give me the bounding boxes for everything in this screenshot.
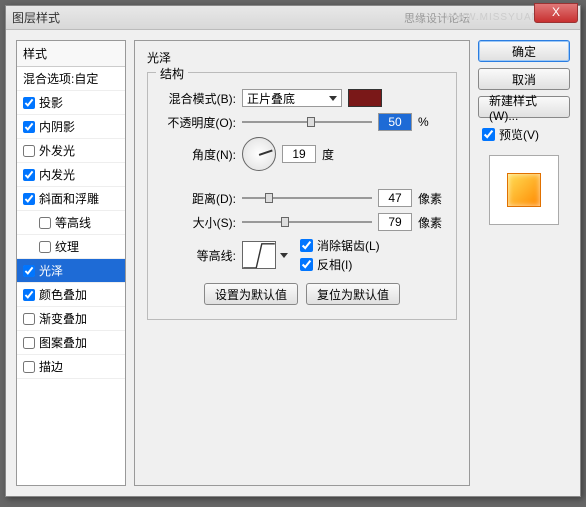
- sidebar-item[interactable]: 内发光: [17, 163, 125, 187]
- blend-mode-select[interactable]: 正片叠底: [242, 89, 342, 107]
- contour-label: 等高线:: [160, 247, 236, 264]
- color-swatch[interactable]: [348, 89, 382, 107]
- size-label: 大小(S):: [160, 214, 236, 231]
- style-checkbox[interactable]: [23, 361, 35, 373]
- style-checkbox[interactable]: [39, 241, 51, 253]
- sidebar-item-label: 混合选项:自定: [23, 70, 98, 87]
- style-checkbox[interactable]: [23, 121, 35, 133]
- sidebar-item-label: 纹理: [55, 238, 79, 255]
- sidebar-item[interactable]: 光泽: [17, 259, 125, 283]
- sidebar-item-label: 内发光: [39, 166, 75, 183]
- sidebar-item-label: 外发光: [39, 142, 75, 159]
- blend-mode-label: 混合模式(B):: [160, 90, 236, 107]
- px-unit: 像素: [418, 190, 442, 207]
- slider-thumb[interactable]: [307, 117, 315, 127]
- style-checkbox[interactable]: [23, 97, 35, 109]
- sidebar-item[interactable]: 外发光: [17, 139, 125, 163]
- angle-dial[interactable]: [242, 137, 276, 171]
- titlebar[interactable]: 图层样式 思缘设计论坛 WWW.MISSYUAN.COM X: [6, 6, 580, 30]
- slider-thumb[interactable]: [281, 217, 289, 227]
- angle-input[interactable]: 19: [282, 145, 316, 163]
- preview-swatch: [507, 173, 541, 207]
- sidebar-item[interactable]: 内阴影: [17, 115, 125, 139]
- angle-label: 角度(N):: [160, 146, 236, 163]
- sidebar-item[interactable]: 投影: [17, 91, 125, 115]
- style-checkbox[interactable]: [23, 337, 35, 349]
- style-checkbox[interactable]: [23, 265, 35, 277]
- close-button[interactable]: X: [534, 3, 578, 23]
- sidebar-item-label: 光泽: [39, 262, 63, 279]
- slider-thumb[interactable]: [265, 193, 273, 203]
- distance-input[interactable]: 47: [378, 189, 412, 207]
- main-panel: 光泽 结构 混合模式(B): 正片叠底 不透明度(O): 50 %: [134, 40, 470, 486]
- close-icon: X: [552, 5, 560, 19]
- antialias-checkbox[interactable]: 消除锯齿(L): [300, 237, 380, 254]
- layer-style-dialog: 图层样式 思缘设计论坛 WWW.MISSYUAN.COM X 样式 混合选项:自…: [5, 5, 581, 497]
- sidebar-item-label: 内阴影: [39, 118, 75, 135]
- sidebar-item-label: 描边: [39, 358, 63, 375]
- sidebar-item[interactable]: 混合选项:自定: [17, 67, 125, 91]
- style-checkbox[interactable]: [39, 217, 51, 229]
- degree-unit: 度: [322, 146, 346, 163]
- blend-mode-value: 正片叠底: [247, 90, 295, 107]
- style-checkbox[interactable]: [23, 289, 35, 301]
- chevron-down-icon: [329, 96, 337, 101]
- window-title: 图层样式: [12, 9, 60, 26]
- styles-sidebar: 样式 混合选项:自定投影内阴影外发光内发光斜面和浮雕等高线纹理光泽颜色叠加渐变叠…: [16, 40, 126, 486]
- style-checkbox[interactable]: [23, 193, 35, 205]
- cancel-button[interactable]: 取消: [478, 68, 570, 90]
- contour-picker[interactable]: [242, 241, 276, 269]
- sidebar-item[interactable]: 颜色叠加: [17, 283, 125, 307]
- sidebar-item[interactable]: 等高线: [17, 211, 125, 235]
- new-style-button[interactable]: 新建样式(W)...: [478, 96, 570, 118]
- sidebar-item-label: 等高线: [55, 214, 91, 231]
- opacity-slider[interactable]: [242, 121, 372, 123]
- sidebar-item[interactable]: 描边: [17, 355, 125, 379]
- px-unit: 像素: [418, 214, 442, 231]
- preview-checkbox[interactable]: 预览(V): [478, 124, 570, 145]
- structure-fieldset: 结构 混合模式(B): 正片叠底 不透明度(O): 50 % 角度(N): [147, 72, 457, 320]
- sidebar-item[interactable]: 纹理: [17, 235, 125, 259]
- style-checkbox[interactable]: [23, 169, 35, 181]
- right-column: 确定 取消 新建样式(W)... 预览(V): [478, 40, 570, 486]
- fieldset-legend: 结构: [156, 65, 188, 82]
- distance-slider[interactable]: [242, 197, 372, 199]
- style-checkbox[interactable]: [23, 313, 35, 325]
- distance-label: 距离(D):: [160, 190, 236, 207]
- ok-button[interactable]: 确定: [478, 40, 570, 62]
- invert-checkbox[interactable]: 反相(I): [300, 256, 380, 273]
- sidebar-item-label: 投影: [39, 94, 63, 111]
- sidebar-item-label: 图案叠加: [39, 334, 87, 351]
- sidebar-item-label: 颜色叠加: [39, 286, 87, 303]
- opacity-label: 不透明度(O):: [160, 114, 236, 131]
- percent-unit: %: [418, 115, 442, 129]
- sidebar-item[interactable]: 渐变叠加: [17, 307, 125, 331]
- sidebar-item-label: 渐变叠加: [39, 310, 87, 327]
- preview-box: [489, 155, 559, 225]
- dialog-body: 样式 混合选项:自定投影内阴影外发光内发光斜面和浮雕等高线纹理光泽颜色叠加渐变叠…: [6, 30, 580, 496]
- sidebar-item[interactable]: 图案叠加: [17, 331, 125, 355]
- chevron-down-icon[interactable]: [280, 253, 288, 258]
- sidebar-header: 样式: [17, 41, 125, 67]
- dial-needle: [259, 149, 273, 155]
- panel-title: 光泽: [147, 49, 457, 66]
- sidebar-item-label: 斜面和浮雕: [39, 190, 99, 207]
- opacity-input[interactable]: 50: [378, 113, 412, 131]
- size-input[interactable]: 79: [378, 213, 412, 231]
- size-slider[interactable]: [242, 221, 372, 223]
- style-checkbox[interactable]: [23, 145, 35, 157]
- reset-default-button[interactable]: 复位为默认值: [306, 283, 400, 305]
- sidebar-item[interactable]: 斜面和浮雕: [17, 187, 125, 211]
- set-default-button[interactable]: 设置为默认值: [204, 283, 298, 305]
